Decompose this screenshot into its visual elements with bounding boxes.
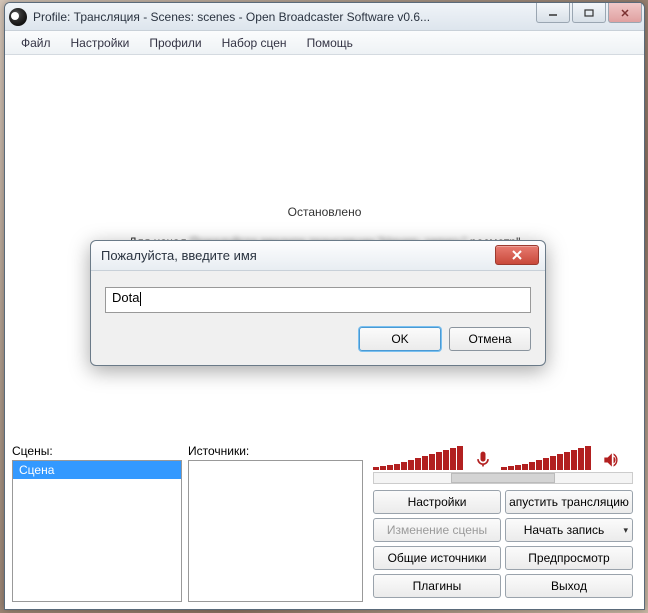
button-grid: Настройки апустить трансляцию Изменение … <box>373 490 633 598</box>
plugins-button[interactable]: Плагины <box>373 574 501 598</box>
ok-button[interactable]: OK <box>359 327 441 351</box>
preview-button[interactable]: Предпросмотр <box>505 546 633 570</box>
scenes-label: Сцены: <box>12 444 182 458</box>
sources-label: Источники: <box>188 444 363 458</box>
global-sources-button[interactable]: Общие источники <box>373 546 501 570</box>
status-stopped: Остановлено <box>6 205 643 219</box>
menu-help[interactable]: Помощь <box>299 34 361 52</box>
start-record-button[interactable]: Начать запись <box>505 518 633 542</box>
scene-item[interactable]: Сцена <box>13 461 181 479</box>
name-input-dialog: Пожалуйста, введите имя Dota OK Отмена <box>90 240 546 366</box>
app-icon <box>9 8 27 26</box>
speaker-meter <box>501 446 591 470</box>
menu-profiles[interactable]: Профили <box>141 34 209 52</box>
audio-meters <box>373 444 637 470</box>
close-button[interactable] <box>608 3 642 23</box>
titlebar[interactable]: Profile: Трансляция - Scenes: scenes - O… <box>5 3 644 31</box>
microphone-icon[interactable] <box>473 450 493 470</box>
speaker-icon[interactable] <box>601 450 621 470</box>
mic-meter <box>373 446 463 470</box>
dialog-title-text: Пожалуйста, введите имя <box>101 248 257 263</box>
name-input-value: Dota <box>112 290 139 305</box>
bottom-panel: Сцены: Сцена Источники: <box>12 444 637 602</box>
minimize-button[interactable] <box>536 3 570 23</box>
window-controls <box>534 3 642 23</box>
maximize-button[interactable] <box>572 3 606 23</box>
menubar: Файл Настройки Профили Набор сцен Помощь <box>5 31 644 55</box>
name-input[interactable]: Dota <box>105 287 531 313</box>
dialog-close-button[interactable] <box>495 245 539 265</box>
settings-button[interactable]: Настройки <box>373 490 501 514</box>
edit-scene-button[interactable]: Изменение сцены <box>373 518 501 542</box>
exit-button[interactable]: Выход <box>505 574 633 598</box>
menu-file[interactable]: Файл <box>13 34 59 52</box>
menu-scene-sets[interactable]: Набор сцен <box>214 34 295 52</box>
volume-scrollbar[interactable] <box>373 472 633 484</box>
sources-listbox[interactable] <box>188 460 363 602</box>
cancel-button[interactable]: Отмена <box>449 327 531 351</box>
window-title: Profile: Трансляция - Scenes: scenes - O… <box>33 10 430 24</box>
text-caret <box>140 292 141 306</box>
start-stream-button[interactable]: апустить трансляцию <box>505 490 633 514</box>
dialog-titlebar[interactable]: Пожалуйста, введите имя <box>91 241 545 271</box>
menu-settings[interactable]: Настройки <box>63 34 138 52</box>
scenes-listbox[interactable]: Сцена <box>12 460 182 602</box>
